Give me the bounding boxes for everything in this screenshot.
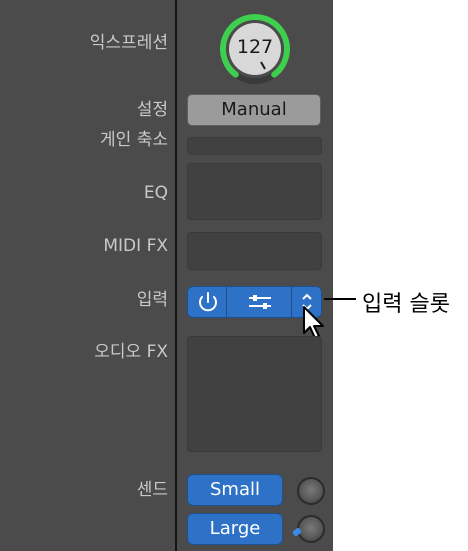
label-gain-reduction: 게인 축소 [100,130,168,150]
sliders-icon [249,295,271,309]
send-large-level-knob[interactable] [297,515,325,543]
send-small-level-knob[interactable] [297,477,325,505]
label-input: 입력 [136,290,168,310]
send-large-button[interactable]: Large [187,513,283,545]
expression-value: 127 [236,36,274,58]
midi-fx-slot[interactable] [187,232,322,270]
label-send: 센드 [136,480,168,500]
audio-fx-slot[interactable] [187,336,322,452]
callout-input-slot: 입력 슬롯 [362,292,450,317]
power-icon [199,292,217,312]
setting-button[interactable]: Manual [187,94,321,126]
expression-knob[interactable]: 127 [218,12,292,86]
panel-divider [175,0,177,551]
eq-slot[interactable] [187,163,322,220]
label-expression: 익스프레션 [89,33,168,53]
gain-reduction-meter [187,137,322,155]
callout-leader-line [324,298,356,300]
send-small-button[interactable]: Small [187,474,283,506]
label-eq: EQ [143,183,168,203]
label-midi-fx: MIDI FX [103,236,168,256]
input-power-button[interactable] [187,286,227,318]
label-audio-fx: 오디오 FX [94,342,168,362]
label-setting: 설정 [136,100,168,120]
input-settings-button[interactable] [226,286,292,318]
